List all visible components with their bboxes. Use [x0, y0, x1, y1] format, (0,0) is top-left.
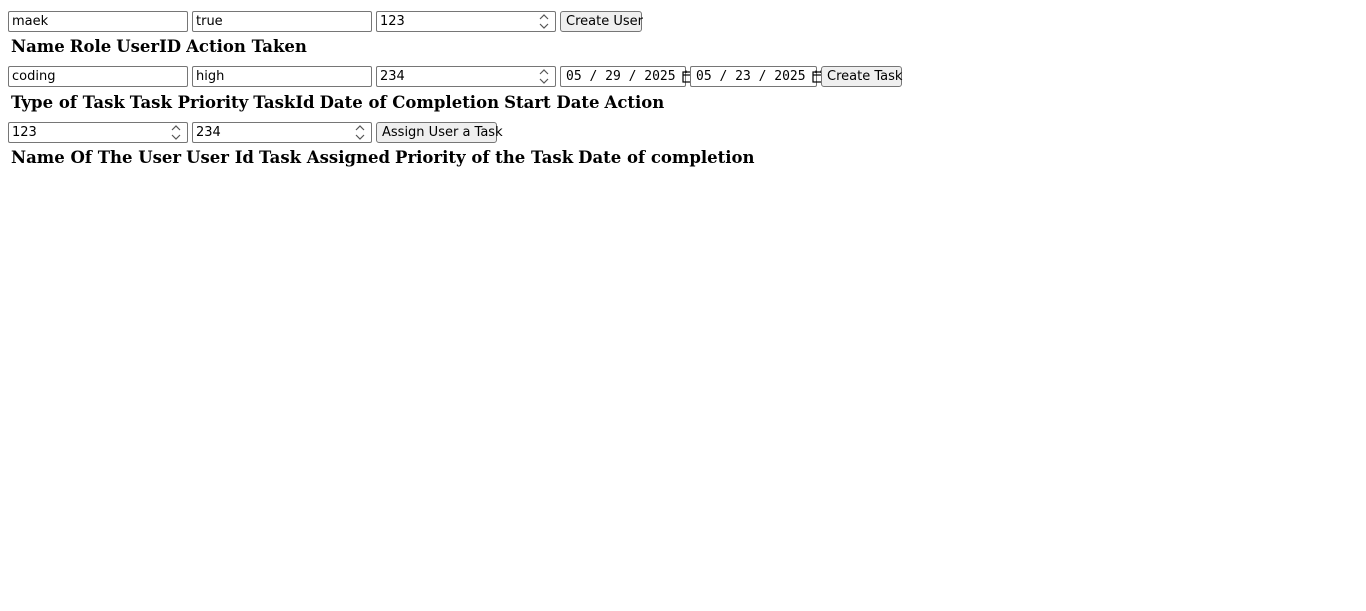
completion-date-input[interactable]: 05 / 29 / 2025: [560, 66, 695, 87]
assign-user-id-input[interactable]: 123: [8, 122, 188, 143]
task-id-value: 234: [380, 69, 405, 84]
task-priority-value: high: [196, 69, 225, 84]
header-userid: UserID: [116, 37, 182, 56]
completion-day[interactable]: 29: [605, 69, 621, 84]
header-user-id: User Id: [186, 148, 254, 167]
page: maek true 123 Create User Name Role User…: [0, 0, 1366, 611]
date-separator: /: [628, 69, 637, 84]
task-priority-input[interactable]: high: [192, 66, 372, 87]
completion-date-text: 05 / 29 / 2025: [566, 69, 676, 84]
assign-task-id-value: 234: [196, 125, 221, 140]
spinner-arrows-icon[interactable]: [169, 125, 183, 140]
spinner-arrows-icon[interactable]: [353, 125, 367, 140]
assign-user-id-value: 123: [12, 125, 37, 140]
date-separator: /: [589, 69, 598, 84]
header-name-of-user: Name Of The User: [11, 148, 182, 167]
create-user-button[interactable]: Create User: [560, 11, 643, 32]
create-user-form: maek true 123 Create User: [8, 11, 643, 32]
assignment-table-header: Name Of The User User Id Task Assigned P…: [11, 148, 755, 168]
completion-month[interactable]: 05: [566, 69, 582, 84]
header-role: Role: [69, 37, 112, 56]
header-type-of-task: Type of Task: [11, 93, 125, 112]
header-date-of-completion: Date of Completion: [319, 93, 500, 112]
user-id-number-input[interactable]: 123: [376, 11, 556, 32]
header-task-priority: Task Priority: [129, 93, 249, 112]
user-id-value: 123: [380, 14, 405, 29]
task-id-number-input[interactable]: 234: [376, 66, 556, 87]
date-separator: /: [758, 69, 767, 84]
start-day[interactable]: 23: [735, 69, 751, 84]
header-taskid: TaskId: [253, 93, 315, 112]
create-task-form: coding high 234 05 / 29 / 2025 05 / 23 /…: [8, 66, 902, 87]
header-start-date: Start Date: [504, 93, 600, 112]
create-task-button[interactable]: Create Task: [821, 66, 902, 87]
start-year[interactable]: 2025: [774, 69, 805, 84]
completion-year[interactable]: 2025: [644, 69, 675, 84]
start-date-input[interactable]: 05 / 23 / 2025: [690, 66, 825, 87]
header-task-assigned: Task Assigned: [258, 148, 391, 167]
spinner-arrows-icon[interactable]: [537, 69, 551, 84]
header-priority-of-task: Priority of the Task: [395, 148, 574, 167]
header-action: Action: [604, 93, 665, 112]
assign-task-id-input[interactable]: 234: [192, 122, 372, 143]
task-type-input[interactable]: coding: [8, 66, 188, 87]
date-separator: /: [719, 69, 728, 84]
user-name-input[interactable]: maek: [8, 11, 188, 32]
header-date-of-completion: Date of completion: [578, 148, 755, 167]
start-date-text: 05 / 23 / 2025: [696, 69, 806, 84]
start-month[interactable]: 05: [696, 69, 712, 84]
task-type-value: coding: [12, 69, 56, 84]
user-table-header: Name Role UserID Action Taken: [11, 37, 307, 57]
user-role-input[interactable]: true: [192, 11, 372, 32]
assign-user-task-button[interactable]: Assign User a Task: [376, 122, 503, 143]
assign-task-form: 123 234 Assign User a Task: [8, 122, 503, 143]
header-action-taken: Action Taken: [186, 37, 307, 56]
user-role-value: true: [196, 14, 223, 29]
task-table-header: Type of Task Task Priority TaskId Date o…: [11, 93, 664, 113]
spinner-arrows-icon[interactable]: [537, 14, 551, 29]
header-name: Name: [11, 37, 65, 56]
user-name-value: maek: [12, 14, 49, 29]
